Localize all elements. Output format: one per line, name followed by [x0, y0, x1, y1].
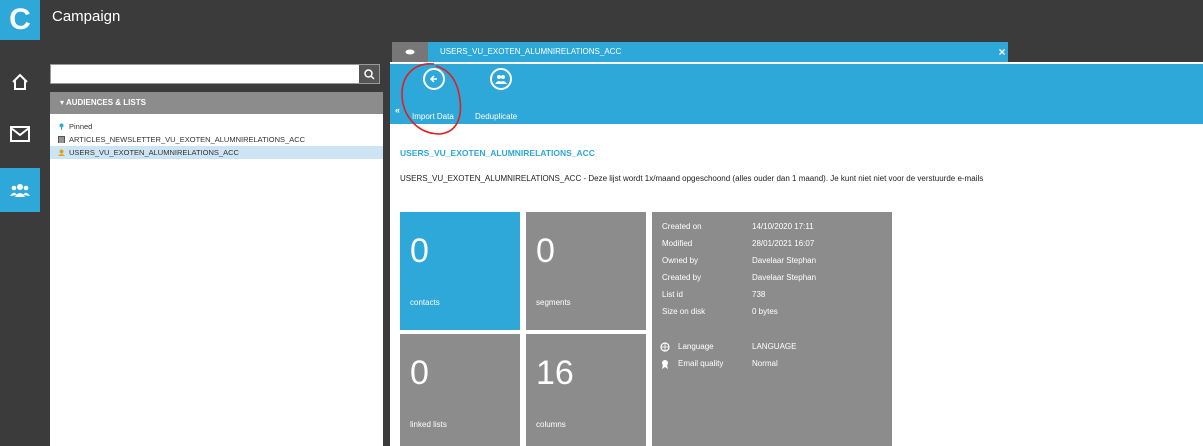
audiences-header[interactable]: ▾ AUDIENCES & LISTS	[50, 92, 383, 114]
info-value: Davelaar Stephan	[752, 256, 817, 265]
close-icon[interactable]: ×	[994, 42, 1010, 62]
toolbar: « Import Data Deduplicate	[390, 64, 1203, 124]
audiences-list: ▾ AUDIENCES & LISTS Pinned ARTICLES_NEWS…	[50, 92, 383, 446]
list-description: USERS_VU_EXOTEN_ALUMNIRELATIONS_ACC - De…	[400, 174, 984, 183]
list-item-label: Pinned	[69, 122, 93, 131]
annotation-circle	[401, 63, 462, 135]
info-key: Created by	[662, 273, 702, 282]
segments-count: 0	[536, 232, 555, 270]
top-bar: C Campaign	[0, 0, 1203, 40]
contacts-count: 0	[410, 232, 429, 270]
people-icon	[10, 184, 30, 197]
columns-tile[interactable]: 16 columns	[526, 334, 646, 446]
quality-badge-icon	[662, 360, 668, 369]
info-value: 14/10/2020 17:11	[752, 222, 814, 231]
contacts-label: contacts	[410, 298, 440, 307]
email-quality-key: Email quality	[678, 359, 724, 368]
tab-home[interactable]	[392, 42, 428, 62]
left-nav	[0, 40, 40, 446]
app-title: Campaign	[52, 8, 121, 25]
info-key: Modified	[662, 239, 693, 248]
segments-label: segments	[536, 298, 571, 307]
info-value: Davelaar Stephan	[752, 273, 817, 282]
list-item-label: USERS_VU_EXOTEN_ALUMNIRELATIONS_ACC	[69, 148, 239, 157]
info-key: Created on	[662, 222, 702, 231]
home-icon	[12, 73, 28, 90]
cloud-icon	[405, 49, 415, 55]
campaign-logo[interactable]: C	[0, 0, 40, 40]
list-icon	[58, 136, 65, 143]
info-value: 0 bytes	[752, 307, 778, 316]
nav-home[interactable]	[0, 60, 40, 104]
linked-lists-tile[interactable]: 0 linked lists	[400, 334, 520, 446]
language-value: LANGUAGE	[752, 342, 797, 351]
audiences-header-label: AUDIENCES & LISTS	[65, 98, 146, 107]
info-key: Owned by	[662, 256, 699, 265]
list-item-label: ARTICLES_NEWSLETTER_VU_EXOTEN_ALUMNIRELA…	[69, 135, 306, 144]
info-value: 28/01/2021 16:07	[752, 239, 815, 248]
users-icon	[58, 149, 65, 156]
search-input[interactable]	[51, 65, 361, 83]
deduplicate-button[interactable]	[490, 68, 512, 90]
tab-strip: USERS_VU_EXOTEN_ALUMNIRELATIONS_ACC ×	[390, 40, 1203, 62]
linked-lists-label: linked lists	[410, 420, 447, 429]
list-item-pinned[interactable]: Pinned	[50, 120, 383, 133]
search-box	[50, 64, 380, 84]
tab-users-list[interactable]: USERS_VU_EXOTEN_ALUMNIRELATIONS_ACC	[428, 42, 1008, 62]
linked-lists-count: 0	[410, 354, 429, 392]
columns-count: 16	[536, 354, 574, 392]
list-item-articles[interactable]: ARTICLES_NEWSLETTER_VU_EXOTEN_ALUMNIRELA…	[50, 133, 383, 146]
deduplicate-label[interactable]: Deduplicate	[475, 112, 517, 121]
search-icon	[363, 68, 375, 80]
detail-panel: USERS_VU_EXOTEN_ALUMNIRELATIONS_ACC × « …	[390, 40, 1203, 446]
list-item-users[interactable]: USERS_VU_EXOTEN_ALUMNIRELATIONS_ACC	[50, 146, 383, 159]
columns-label: columns	[536, 420, 566, 429]
segments-tile[interactable]: 0 segments	[526, 212, 646, 330]
nav-audiences[interactable]	[0, 168, 40, 212]
info-value: 738	[752, 290, 766, 299]
list-title: USERS_VU_EXOTEN_ALUMNIRELATIONS_ACC	[400, 148, 595, 158]
globe-icon	[660, 342, 670, 352]
list-info-tile: Created on 14/10/2020 17:11 Modified 28/01…	[652, 212, 892, 446]
email-quality-value: Normal	[752, 359, 778, 368]
pin-icon	[59, 123, 64, 130]
info-key: List id	[662, 290, 683, 299]
search-button[interactable]	[359, 65, 379, 83]
mail-icon	[10, 126, 30, 142]
contacts-tile[interactable]: 0 contacts	[400, 212, 520, 330]
nav-mail[interactable]	[0, 112, 40, 156]
audiences-panel: ▾ AUDIENCES & LISTS Pinned ARTICLES_NEWS…	[40, 40, 390, 446]
language-key: Language	[678, 342, 714, 351]
deduplicate-icon	[490, 68, 512, 90]
info-key: Size on disk	[662, 307, 706, 316]
